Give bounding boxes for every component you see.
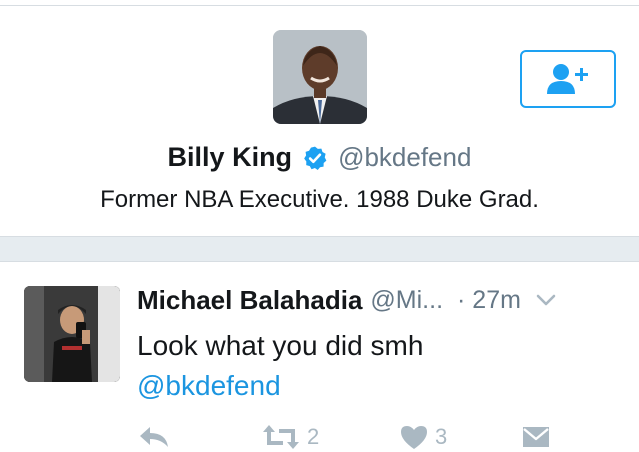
tweet[interactable]: Michael Balahadia @Mi... · 27m Look what… [0,262,639,450]
like-button[interactable]: 3 [399,422,447,452]
profile-card: Billy King @bkdefend Former NBA Executiv… [0,6,639,236]
profile-bio: Former NBA Executive. 1988 Duke Grad. [100,186,539,213]
direct-message-button[interactable] [521,422,551,452]
tweet-text: Look what you did smh [137,330,424,361]
reply-icon [140,427,168,447]
section-divider [0,236,639,262]
tweet-actions: 2 3 [137,422,617,452]
chevron-down-icon[interactable] [535,289,557,311]
tweet-timestamp[interactable]: · 27m [457,286,521,315]
profile-name-line: Billy King @bkdefend [0,142,639,173]
profile-display-name[interactable]: Billy King [168,142,293,173]
tweet-author-photo [24,286,120,382]
tweet-mention-link[interactable]: @bkdefend [137,366,281,406]
reply-button[interactable] [137,422,171,452]
profile-avatar[interactable] [273,30,367,124]
add-user-icon [547,64,588,94]
direct-message-icon [523,427,549,447]
tweet-author-name[interactable]: Michael Balahadia [137,285,362,316]
heart-icon [401,426,427,449]
retweet-icon [263,425,299,449]
tweet-author-handle[interactable]: @Mi... [370,286,443,315]
retweet-button[interactable]: 2 [261,422,319,452]
like-count: 3 [435,424,448,449]
follow-button[interactable] [520,50,616,108]
tweet-avatar[interactable] [24,286,120,382]
verified-badge-icon [304,146,327,170]
tweet-header: Michael Balahadia @Mi... · 27m [137,284,617,316]
profile-photo [273,30,367,124]
profile-handle[interactable]: @bkdefend [338,142,471,173]
retweet-count: 2 [307,424,320,449]
